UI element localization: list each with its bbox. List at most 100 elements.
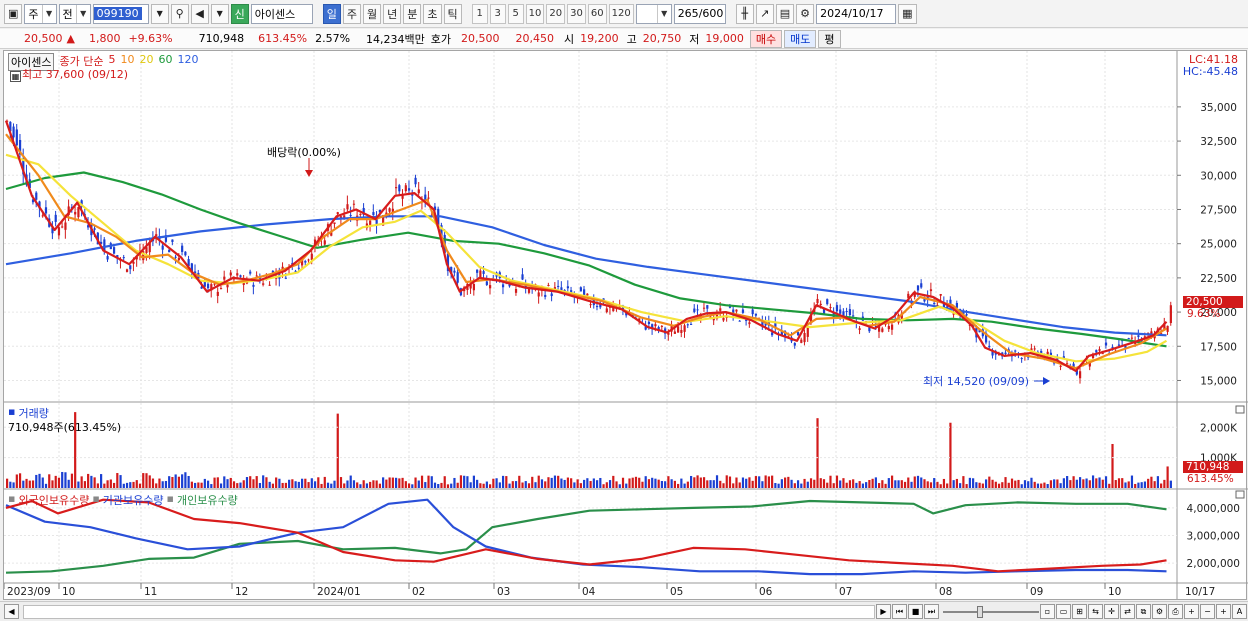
search-icon[interactable]: ⚲: [170, 3, 189, 24]
interval-1[interactable]: 1: [471, 3, 488, 24]
volume-bar: [1117, 478, 1121, 488]
copy-icon[interactable]: ⧉: [1136, 604, 1151, 619]
period-monthly[interactable]: 월: [363, 3, 382, 24]
date-field[interactable]: 2024/10/17: [816, 3, 897, 24]
candle-body: [297, 267, 300, 269]
volume-bar: [949, 422, 952, 488]
period-tick[interactable]: 틱: [443, 3, 462, 24]
candle-body: [15, 129, 18, 146]
candle-type-icon[interactable]: ╫: [735, 3, 754, 24]
horizontal-scrollbar[interactable]: [23, 604, 875, 619]
volume-bar: [1036, 483, 1040, 488]
candle-body: [239, 275, 242, 277]
volume-bar: [236, 483, 239, 488]
window-icon[interactable]: ▣: [4, 3, 23, 24]
candle-body: [35, 192, 38, 200]
crosshair-icon[interactable]: ✛: [1104, 604, 1119, 619]
play-icon[interactable]: ▶: [876, 604, 891, 619]
volume-bar: [323, 476, 326, 488]
candle-body: [1127, 338, 1130, 340]
candle-body: [887, 326, 890, 330]
volume-bar: [634, 476, 638, 488]
legend-institution[interactable]: 기관보유수량: [103, 492, 164, 508]
zoom-out-icon[interactable]: −: [1200, 604, 1215, 619]
candle-body: [680, 329, 683, 333]
interval-60[interactable]: 60: [587, 3, 607, 24]
zoom-slider[interactable]: [943, 605, 1039, 619]
interval-custom-combo[interactable]: ▼: [635, 3, 672, 24]
stop-icon[interactable]: ■: [908, 604, 923, 619]
code-dropdown-button[interactable]: ▼: [150, 3, 169, 24]
grid-toggle-icon[interactable]: ▦: [10, 71, 21, 82]
draw-tool-icon[interactable]: ↗: [755, 3, 774, 24]
volume-bar: [981, 483, 984, 488]
volume-bar: [489, 484, 492, 488]
volume-bar: [897, 480, 900, 488]
more-icon[interactable]: +: [1216, 604, 1231, 619]
zoom-in-icon[interactable]: +: [1184, 604, 1199, 619]
calendar-icon[interactable]: ▦: [898, 3, 917, 24]
period-daily[interactable]: 일: [322, 3, 341, 24]
compare-icon[interactable]: ⇆: [1088, 604, 1103, 619]
legend-individual[interactable]: 개인보유수량: [177, 492, 238, 508]
volume-bar: [570, 478, 573, 488]
stock-code-input[interactable]: 099190: [92, 3, 149, 24]
volume-bar: [884, 483, 887, 488]
volume-bar: [15, 474, 18, 488]
scroll-left-button[interactable]: ◀: [4, 604, 19, 619]
x-tick-label: 07: [839, 586, 852, 598]
bottom-toolbar: ◀ ▶ ⏮ ■ ⏭ ▫ ▭ ⊞ ⇆ ✛ ⇄ ⧉ ⚙ ⎙ + − + A: [0, 601, 1248, 621]
volume-bar: [28, 480, 31, 488]
period-second[interactable]: 초: [423, 3, 442, 24]
legend-foreign[interactable]: 외국인보유수량: [18, 492, 89, 508]
interval-10[interactable]: 10: [525, 3, 545, 24]
chart-area[interactable]: 35,000 32,500 30,000 27,500 25,000 22,500 20,0…: [3, 50, 1248, 601]
period-combo[interactable]: 주 ▼: [24, 3, 57, 24]
volume-bar: [939, 484, 942, 488]
font-icon[interactable]: A: [1232, 604, 1247, 619]
volume-bar: [826, 482, 829, 488]
volume-bar: [910, 481, 913, 488]
buy-button[interactable]: 매수: [749, 29, 783, 48]
volume-bar: [706, 480, 709, 488]
interval-5[interactable]: 5: [507, 3, 524, 24]
save-icon[interactable]: ▤: [775, 3, 795, 24]
volume-bar: [894, 480, 897, 488]
volume-bar: [605, 482, 608, 488]
layout-icon[interactable]: ⊞: [1072, 604, 1087, 619]
nav-dropdown-button[interactable]: ▼: [210, 3, 229, 24]
interval-20[interactable]: 20: [546, 3, 566, 24]
volume-bar: [1095, 478, 1098, 488]
interval-3[interactable]: 3: [489, 3, 506, 24]
volume-bar: [1121, 478, 1124, 488]
volume-bar: [326, 482, 330, 488]
speaker-icon[interactable]: ◀: [190, 3, 209, 24]
period-yearly[interactable]: 년: [383, 3, 402, 24]
volume-bar: [284, 482, 287, 488]
gear-icon[interactable]: ⚙: [796, 3, 815, 24]
volume-bar: [521, 482, 524, 488]
rewind-icon[interactable]: ⏮: [892, 604, 907, 619]
zoom-page-icon[interactable]: ▭: [1056, 604, 1071, 619]
volume-bar: [119, 475, 122, 488]
zoom-fit-icon[interactable]: ▫: [1040, 604, 1055, 619]
period-minute[interactable]: 분: [403, 3, 422, 24]
print-icon[interactable]: ⎙: [1168, 604, 1183, 619]
period-weekly[interactable]: 주: [342, 3, 362, 24]
chart-svg[interactable]: 35,00032,50030,00027,50025,00022,50020,0…: [4, 51, 1248, 601]
candle-body: [660, 325, 664, 327]
link-icon[interactable]: ⇄: [1120, 604, 1135, 619]
count-field[interactable]: 265/600: [673, 3, 726, 24]
candle-body: [527, 288, 531, 293]
interval-30[interactable]: 30: [567, 3, 586, 24]
avg-button[interactable]: 평: [818, 29, 841, 48]
settings-icon[interactable]: ⚙: [1152, 604, 1167, 619]
interval-120[interactable]: 120: [608, 3, 634, 24]
volume-bar: [265, 477, 268, 488]
type-combo[interactable]: 전 ▼: [58, 3, 91, 24]
sell-button[interactable]: 매도: [784, 29, 817, 48]
change-percent: +9.63%: [128, 32, 173, 45]
fast-forward-icon[interactable]: ⏭: [924, 604, 939, 619]
stock-name-field[interactable]: 아이센스: [250, 3, 313, 24]
volume-bar: [278, 478, 281, 488]
